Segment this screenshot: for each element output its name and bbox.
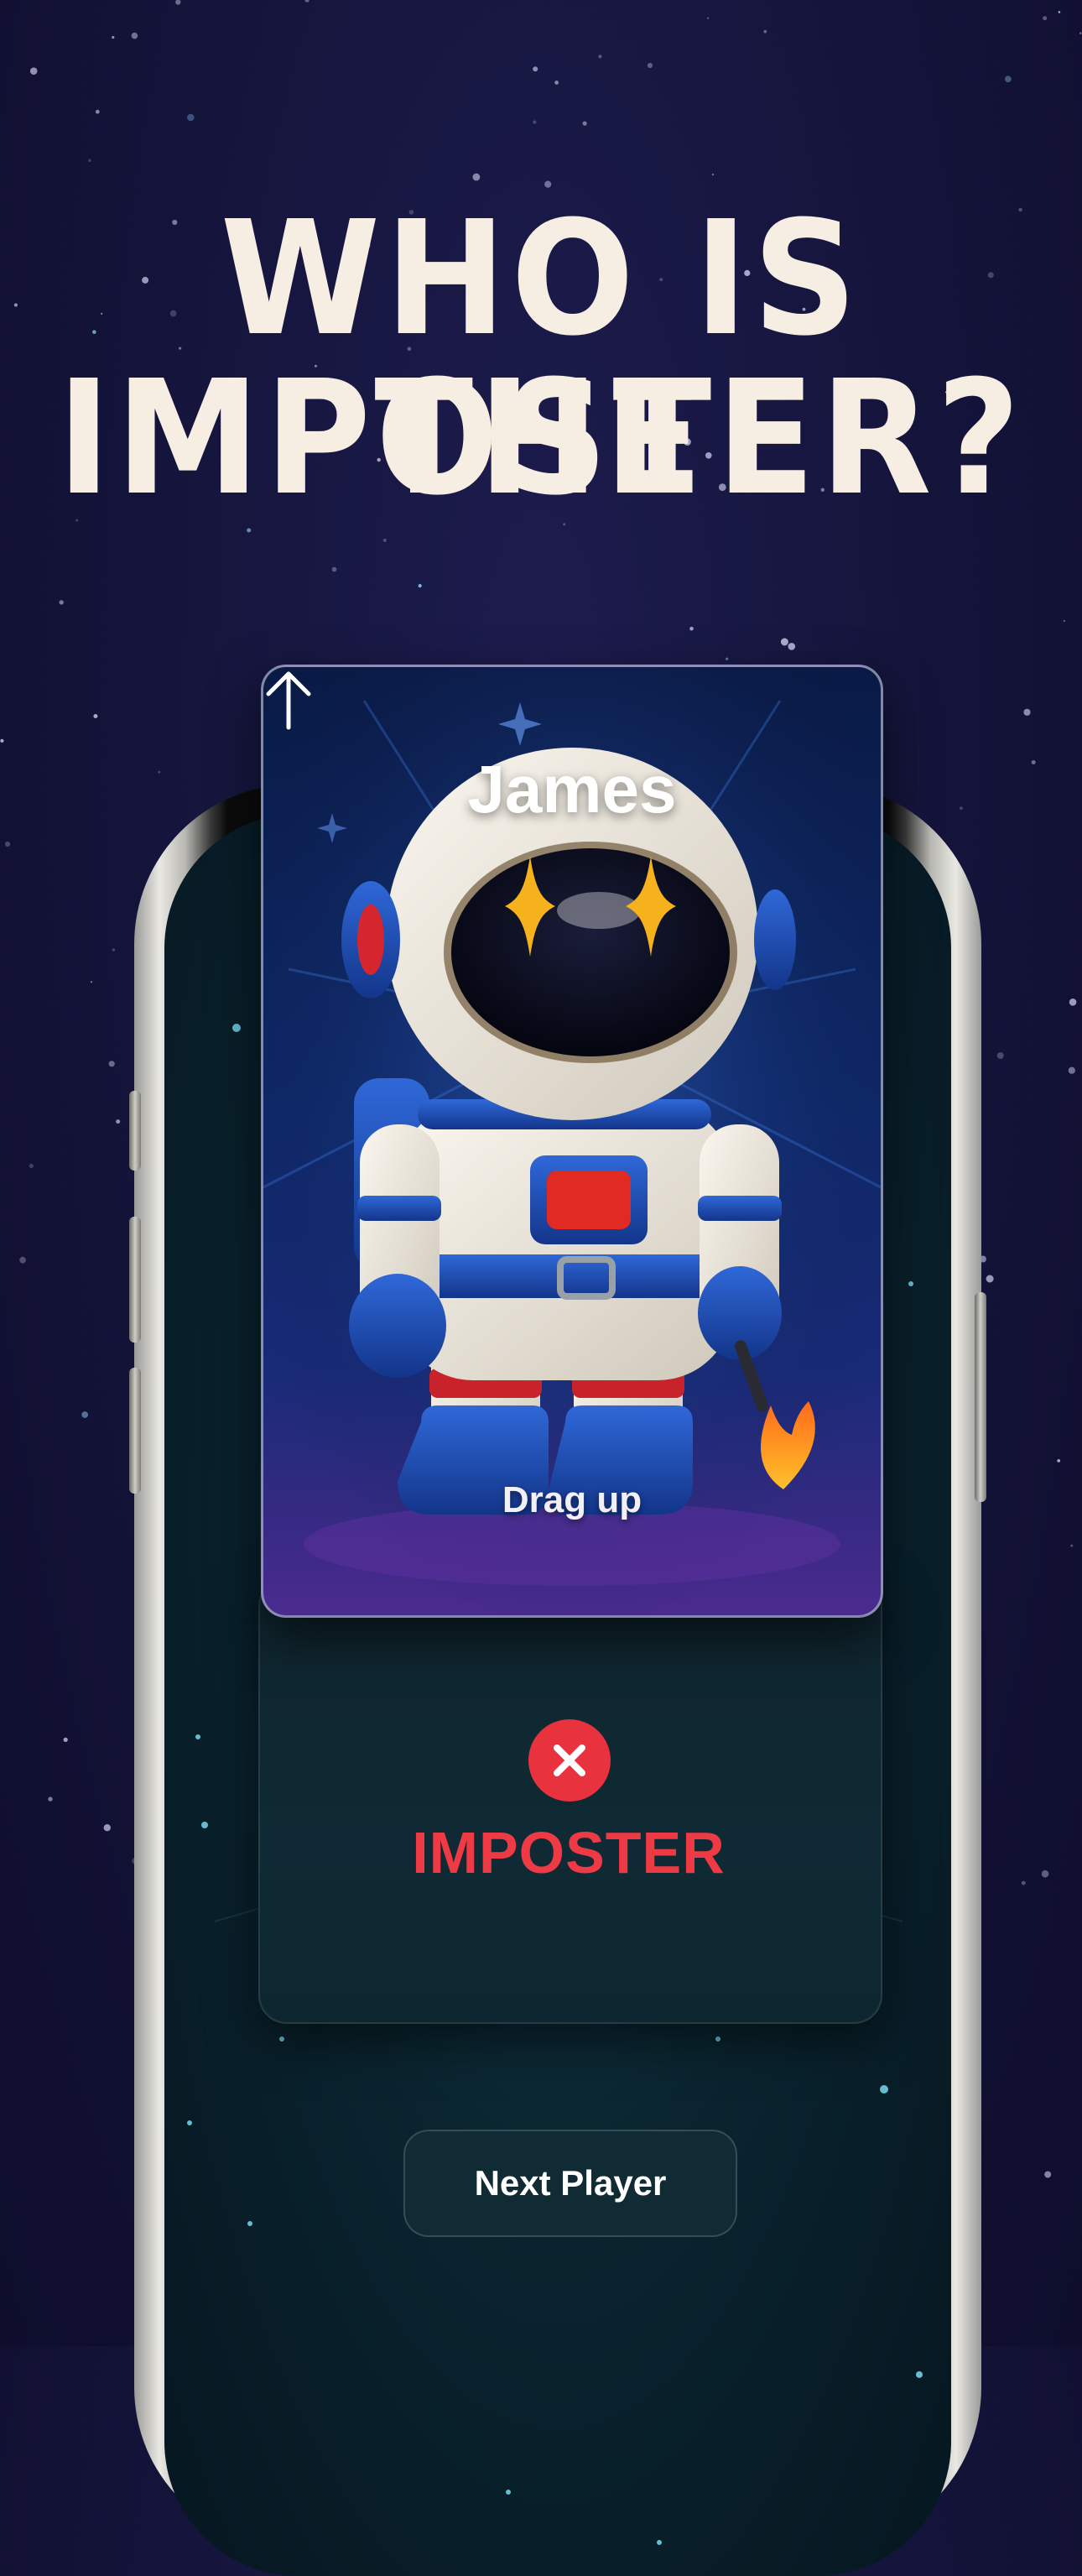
star-dot — [1069, 999, 1077, 1006]
star-dot — [533, 120, 537, 124]
star-dot — [726, 657, 729, 660]
star-dot — [1031, 760, 1036, 764]
player-name: James — [467, 752, 677, 827]
star-dot — [780, 638, 788, 646]
star-dot — [1063, 619, 1066, 623]
star-dot — [533, 66, 538, 72]
star-dot — [331, 566, 337, 572]
star-dot — [108, 1061, 115, 1067]
star-dot — [763, 29, 767, 34]
star-dot — [187, 113, 195, 122]
star-dot — [1041, 1869, 1049, 1878]
star-dot — [1070, 1544, 1074, 1547]
star-dot — [1005, 76, 1012, 83]
drag-up-hint: Drag up — [502, 1479, 642, 1520]
star-dot — [19, 1256, 26, 1264]
next-player-button[interactable]: Next Player — [403, 2130, 737, 2237]
star-dot — [4, 841, 11, 847]
role-label: IMPOSTER — [412, 1820, 726, 1885]
star-dot — [0, 738, 4, 743]
star-dot — [91, 981, 92, 983]
phone-side-button — [129, 1091, 141, 1171]
star-dot — [472, 173, 481, 181]
star-dot — [95, 109, 100, 114]
star-dot — [647, 62, 653, 69]
star-dot — [960, 806, 963, 811]
star-dot — [1057, 1459, 1061, 1463]
star-dot — [598, 55, 602, 59]
star-dot — [81, 1411, 89, 1418]
star-dot — [689, 626, 694, 631]
star-dot — [1021, 1880, 1026, 1885]
star-dot — [93, 714, 98, 718]
star-dot — [158, 770, 161, 774]
headline-line-2: IMPOSTER? — [56, 347, 1026, 530]
star-dot — [116, 1119, 121, 1124]
star-dot — [1058, 11, 1061, 13]
star-dot — [711, 174, 714, 175]
star-dot — [88, 159, 91, 162]
phone-side-button — [129, 1368, 141, 1494]
star-dot — [48, 1796, 53, 1802]
star-dot — [582, 121, 587, 126]
star-dot — [1068, 1066, 1075, 1074]
star-dot — [707, 17, 710, 19]
star-dot — [13, 303, 18, 307]
star-dot — [986, 1275, 994, 1283]
star-dot — [59, 600, 64, 605]
star-dot — [996, 1052, 1004, 1059]
phone-side-button — [129, 1217, 141, 1343]
player-card[interactable]: James Drag up — [261, 665, 883, 1618]
star-dot — [1043, 16, 1048, 21]
star-dot — [63, 1737, 68, 1742]
star-dot — [304, 0, 310, 3]
close-icon — [528, 1719, 611, 1802]
star-dot — [29, 67, 38, 75]
star-dot — [418, 584, 422, 588]
star-dot — [131, 32, 138, 39]
star-dot — [103, 1824, 111, 1832]
star-dot — [1079, 32, 1082, 34]
star-dot — [1044, 2171, 1052, 2178]
star-dot — [175, 0, 181, 5]
star-dot — [554, 81, 559, 85]
star-dot — [29, 1163, 34, 1169]
arrow-up-icon — [266, 671, 311, 730]
star-dot — [112, 35, 115, 39]
star-dot — [788, 643, 796, 650]
star-dot — [382, 538, 387, 542]
star-dot — [112, 948, 116, 952]
phone-side-button — [975, 1292, 986, 1502]
star-dot — [1023, 708, 1031, 716]
